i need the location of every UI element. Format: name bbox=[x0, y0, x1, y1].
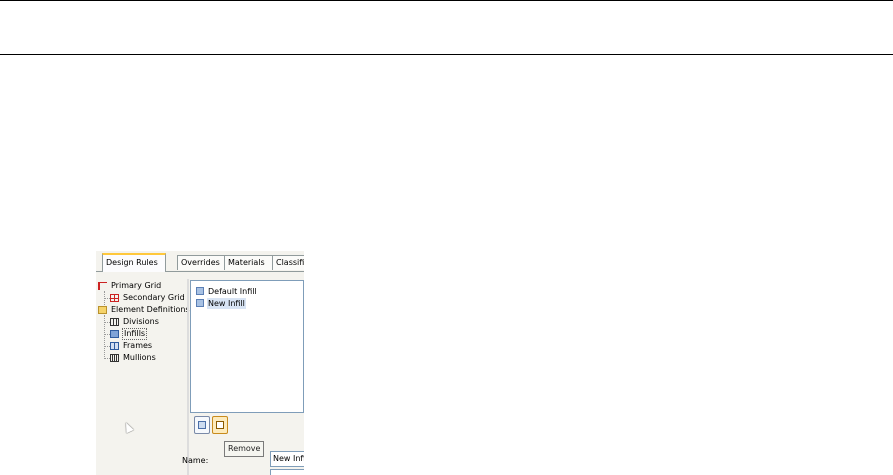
tree-item-label: Divisions bbox=[123, 317, 159, 326]
infill-icon bbox=[110, 330, 119, 338]
mullions-icon bbox=[110, 354, 119, 362]
tree-item-label: Element Definitions bbox=[111, 305, 190, 314]
header-rule bbox=[0, 54, 893, 55]
tab-overrides[interactable]: Overrides bbox=[177, 255, 225, 270]
tab-materials[interactable]: Materials bbox=[224, 255, 273, 270]
name-field[interactable]: New Infi bbox=[270, 451, 304, 467]
top-rule bbox=[0, 0, 893, 1]
infill-definitions-list: Default Infill New Infill bbox=[190, 280, 304, 413]
divisions-icon bbox=[110, 318, 119, 326]
tree-item-label: Secondary Grid bbox=[123, 293, 185, 302]
infill-icon bbox=[196, 287, 204, 295]
design-rules-tree: Primary Grid Secondary Grid Element Defi… bbox=[96, 279, 190, 475]
remove-icon bbox=[216, 421, 224, 429]
tab-bar: Design Rules Overrides Materials Classif… bbox=[96, 251, 304, 272]
frames-icon bbox=[110, 342, 119, 350]
list-item-label: New Infill bbox=[207, 298, 246, 309]
remove-tooltip: Remove bbox=[224, 441, 265, 457]
tree-item-label: Primary Grid bbox=[111, 281, 162, 290]
add-icon bbox=[198, 421, 206, 429]
tree-item-label: Infills bbox=[122, 328, 148, 340]
tab-design-rules[interactable]: Design Rules bbox=[102, 253, 166, 272]
add-button[interactable] bbox=[194, 416, 210, 434]
curtain-wall-style-dialog: Design Rules Overrides Materials Classif… bbox=[96, 251, 304, 475]
infill-icon bbox=[196, 299, 204, 307]
tree-item-label: Mullions bbox=[123, 353, 156, 362]
folder-icon bbox=[98, 306, 107, 314]
property-field[interactable] bbox=[270, 469, 304, 475]
primary-grid-icon bbox=[98, 282, 107, 290]
pane-splitter[interactable] bbox=[187, 279, 189, 475]
remove-button[interactable] bbox=[212, 416, 228, 434]
secondary-grid-icon bbox=[110, 294, 119, 302]
list-item-label: Default Infill bbox=[208, 287, 257, 296]
tree-item-label: Frames bbox=[123, 341, 153, 350]
name-label: Name: bbox=[182, 456, 209, 465]
tab-classifications[interactable]: Classifications bbox=[272, 255, 304, 270]
list-toolbar bbox=[190, 413, 304, 438]
